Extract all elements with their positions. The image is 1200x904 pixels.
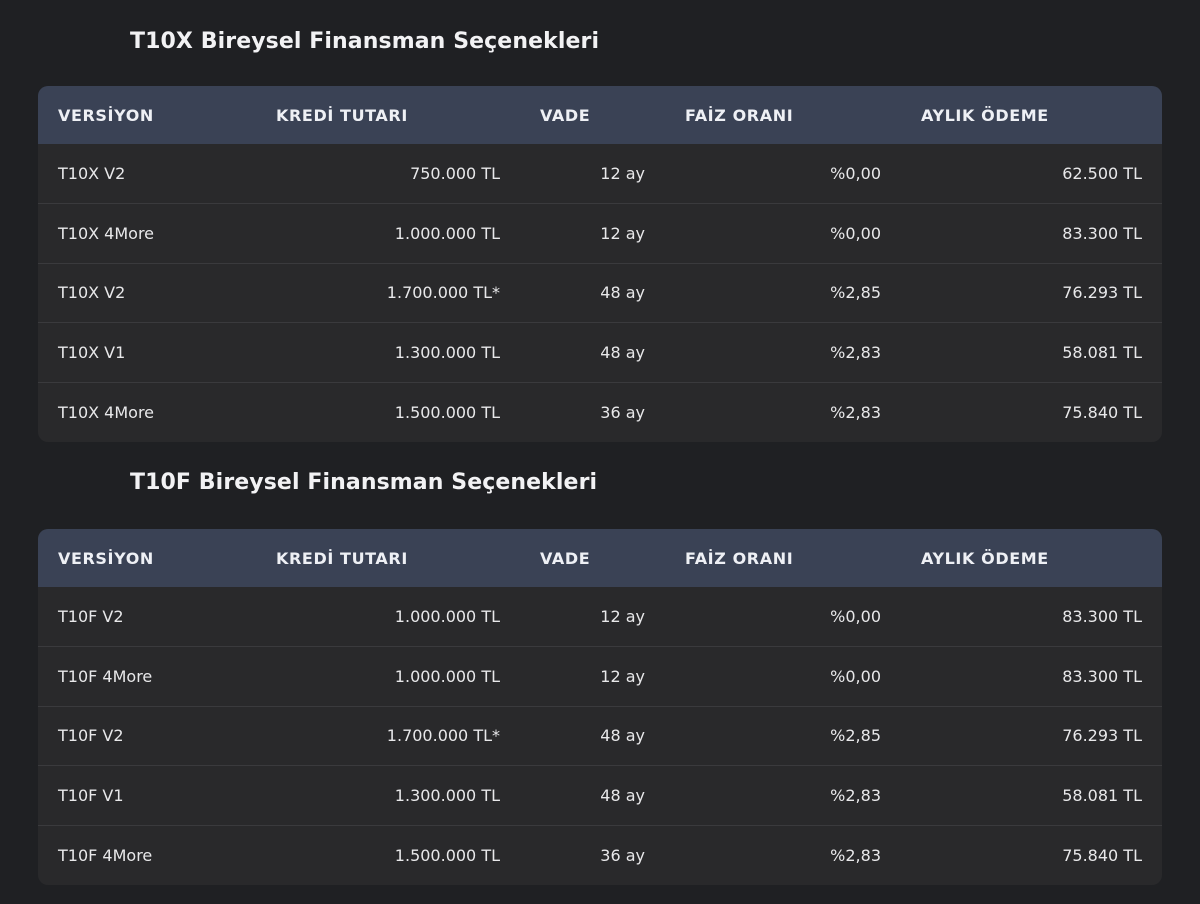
cell-faiz-orani: %2,85: [830, 726, 881, 746]
section-title-t10f: T10F Bireysel Finansman Seçenekleri: [130, 470, 598, 495]
table-row: T10F V2 1.700.000 TL* 48 ay %2,85 76.293…: [38, 706, 1162, 766]
cell-aylik-odeme: 58.081 TL: [1062, 785, 1142, 805]
table-row: T10X V1 1.300.000 TL 48 ay %2,83 58.081 …: [38, 322, 1162, 383]
table-header-row: VERSİYON KREDİ TUTARI VADE FAİZ ORANI AY…: [38, 529, 1162, 587]
table-t10f: VERSİYON KREDİ TUTARI VADE FAİZ ORANI AY…: [38, 529, 1162, 885]
cell-faiz-orani: %0,00: [830, 666, 881, 686]
cell-kredi-tutari: 1.000.000 TL: [394, 223, 500, 243]
header-faiz-orani: FAİZ ORANI: [685, 548, 794, 568]
cell-vade: 36 ay: [600, 845, 645, 865]
cell-vade: 48 ay: [600, 726, 645, 746]
table-row: T10F 4More 1.500.000 TL 36 ay %2,83 75.8…: [38, 825, 1162, 885]
cell-aylik-odeme: 83.300 TL: [1062, 666, 1142, 686]
table-row: T10F V2 1.000.000 TL 12 ay %0,00 83.300 …: [38, 587, 1162, 647]
header-faiz-orani: FAİZ ORANI: [685, 105, 794, 125]
header-kredi-tutari: KREDİ TUTARI: [276, 105, 408, 125]
cell-versiyon: T10F V2: [58, 607, 124, 626]
cell-aylik-odeme: 76.293 TL: [1062, 726, 1142, 746]
cell-kredi-tutari: 1.700.000 TL*: [386, 726, 500, 746]
header-vade: VADE: [540, 105, 591, 125]
cell-aylik-odeme: 83.300 TL: [1062, 607, 1142, 626]
financing-table-t10f: VERSİYON KREDİ TUTARI VADE FAİZ ORANI AY…: [38, 529, 1162, 885]
cell-kredi-tutari: 1.300.000 TL: [394, 342, 500, 362]
cell-kredi-tutari: 1.700.000 TL*: [386, 283, 500, 303]
cell-kredi-tutari: 1.300.000 TL: [394, 785, 500, 805]
cell-vade: 36 ay: [600, 402, 645, 422]
cell-versiyon: T10X V2: [58, 164, 126, 183]
cell-vade: 12 ay: [600, 223, 645, 243]
cell-versiyon: T10F 4More: [58, 666, 153, 686]
cell-versiyon: T10X 4More: [58, 223, 155, 243]
financing-table-t10x: VERSİYON KREDİ TUTARI VADE FAİZ ORANI AY…: [38, 86, 1162, 442]
cell-vade: 48 ay: [600, 785, 645, 805]
cell-vade: 48 ay: [600, 283, 645, 303]
cell-versiyon: T10X V2: [58, 283, 126, 303]
header-aylik-odeme: AYLIK ÖDEME: [921, 105, 1049, 125]
table-row: T10F V1 1.300.000 TL 48 ay %2,83 58.081 …: [38, 765, 1162, 826]
cell-kredi-tutari: 1.000.000 TL: [394, 666, 500, 686]
cell-faiz-orani: %2,83: [830, 402, 881, 422]
cell-aylik-odeme: 75.840 TL: [1062, 402, 1142, 422]
header-versiyon: VERSİYON: [58, 548, 154, 568]
cell-aylik-odeme: 83.300 TL: [1062, 223, 1142, 243]
cell-aylik-odeme: 76.293 TL: [1062, 283, 1142, 303]
table-row: T10F 4More 1.000.000 TL 12 ay %0,00 83.3…: [38, 646, 1162, 707]
cell-faiz-orani: %0,00: [830, 164, 881, 183]
cell-kredi-tutari: 1.500.000 TL: [394, 402, 500, 422]
cell-vade: 12 ay: [600, 164, 645, 183]
table-row: T10X 4More 1.500.000 TL 36 ay %2,83 75.8…: [38, 382, 1162, 442]
table-t10x: VERSİYON KREDİ TUTARI VADE FAİZ ORANI AY…: [38, 86, 1162, 442]
cell-faiz-orani: %2,83: [830, 342, 881, 362]
cell-aylik-odeme: 75.840 TL: [1062, 845, 1142, 865]
header-kredi-tutari: KREDİ TUTARI: [276, 548, 408, 568]
cell-faiz-orani: %0,00: [830, 607, 881, 626]
cell-aylik-odeme: 62.500 TL: [1062, 164, 1142, 183]
cell-versiyon: T10X 4More: [58, 402, 155, 422]
cell-faiz-orani: %2,83: [830, 785, 881, 805]
cell-faiz-orani: %0,00: [830, 223, 881, 243]
table-row: T10X V2 1.700.000 TL* 48 ay %2,85 76.293…: [38, 263, 1162, 323]
cell-kredi-tutari: 1.000.000 TL: [394, 607, 500, 626]
cell-versiyon: T10F 4More: [58, 845, 153, 865]
header-versiyon: VERSİYON: [58, 105, 154, 125]
table-header-row: VERSİYON KREDİ TUTARI VADE FAİZ ORANI AY…: [38, 86, 1162, 144]
cell-faiz-orani: %2,85: [830, 283, 881, 303]
cell-vade: 12 ay: [600, 666, 645, 686]
cell-kredi-tutari: 1.500.000 TL: [394, 845, 500, 865]
page: T10X Bireysel Finansman Seçenekleri VERS…: [0, 0, 1200, 904]
cell-vade: 12 ay: [600, 607, 645, 626]
cell-vade: 48 ay: [600, 342, 645, 362]
section-title-t10x: T10X Bireysel Finansman Seçenekleri: [130, 29, 600, 54]
table-row: T10X V2 750.000 TL 12 ay %0,00 62.500 TL: [38, 144, 1162, 204]
table-row: T10X 4More 1.000.000 TL 12 ay %0,00 83.3…: [38, 203, 1162, 264]
header-aylik-odeme: AYLIK ÖDEME: [921, 548, 1049, 568]
cell-versiyon: T10X V1: [58, 342, 126, 362]
cell-versiyon: T10F V2: [58, 726, 124, 746]
cell-faiz-orani: %2,83: [830, 845, 881, 865]
cell-aylik-odeme: 58.081 TL: [1062, 342, 1142, 362]
cell-kredi-tutari: 750.000 TL: [410, 164, 500, 183]
header-vade: VADE: [540, 548, 591, 568]
cell-versiyon: T10F V1: [58, 785, 124, 805]
